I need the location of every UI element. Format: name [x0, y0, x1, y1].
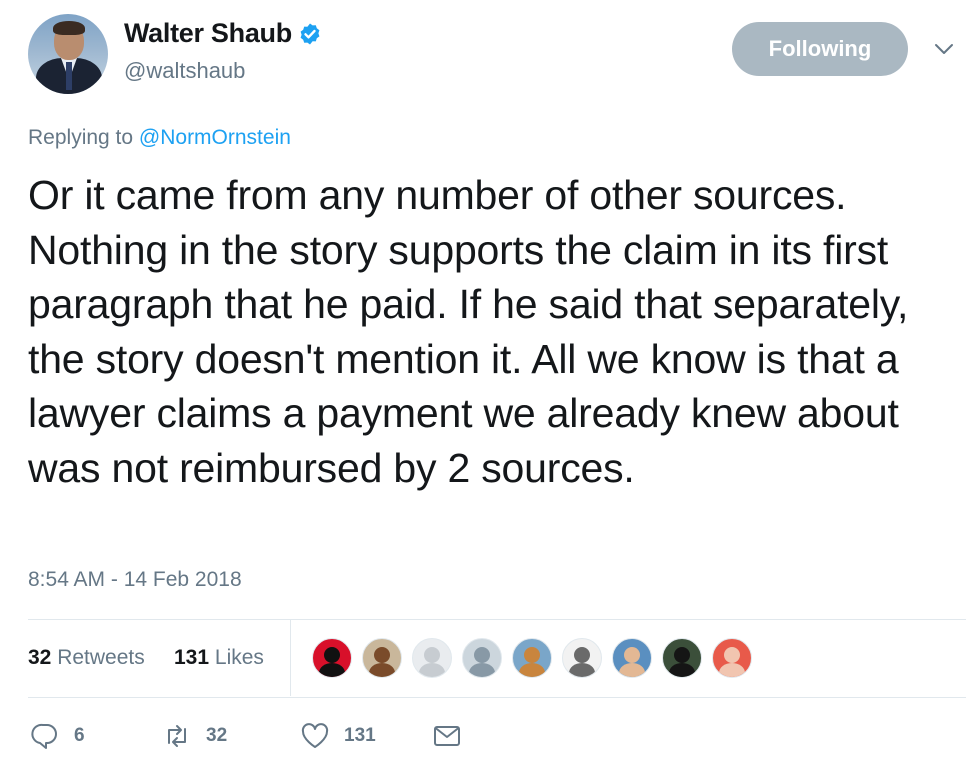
liker-avatar[interactable]	[612, 638, 652, 678]
reply-mention-link[interactable]: @NormOrnstein	[139, 126, 291, 149]
liker-avatars	[312, 638, 762, 678]
likes-stat[interactable]: 131 Likes	[174, 646, 264, 670]
direct-message-button[interactable]	[432, 716, 462, 756]
liker-avatar-body	[669, 663, 695, 677]
liker-avatar[interactable]	[312, 638, 352, 678]
like-count: 131	[344, 725, 376, 746]
tweet-stats: 32 Retweets 131 Likes	[28, 620, 966, 696]
like-button[interactable]: 131	[300, 716, 376, 756]
tweet-text: Or it came from any number of other sour…	[28, 172, 909, 491]
liker-avatar-body	[569, 663, 595, 677]
tweet-header: Walter Shaub @waltshaub Following	[28, 14, 958, 96]
likes-label: Likes	[214, 646, 264, 669]
replying-to: Replying to @NormOrnstein	[28, 126, 291, 150]
liker-avatar[interactable]	[362, 638, 402, 678]
avatar-tie	[66, 62, 72, 90]
liker-avatar[interactable]	[712, 638, 752, 678]
liker-avatar-head	[324, 647, 340, 663]
retweet-button[interactable]: 32	[162, 716, 227, 756]
following-button[interactable]: Following	[732, 22, 908, 76]
tweet-timestamp[interactable]: 8:54 AM - 14 Feb 2018	[28, 568, 242, 592]
envelope-icon	[434, 726, 460, 746]
retweet-count: 32	[206, 725, 228, 746]
retweets-count: 32	[28, 646, 52, 669]
liker-avatar-head	[674, 647, 690, 663]
liker-avatar[interactable]	[462, 638, 502, 678]
replying-to-prefix: Replying to	[28, 126, 134, 149]
likes-count: 131	[174, 646, 210, 669]
author-handle[interactable]: @waltshaub	[124, 58, 245, 84]
verified-badge-icon	[300, 23, 320, 44]
liker-avatar-head	[374, 647, 390, 663]
author-name-row: Walter Shaub	[124, 18, 322, 49]
liker-avatar-body	[419, 663, 445, 677]
liker-avatar[interactable]	[662, 638, 702, 678]
reply-button[interactable]: 6	[30, 716, 85, 756]
retweet-icon	[168, 725, 186, 747]
liker-avatar-body	[719, 663, 745, 677]
liker-avatar-body	[519, 663, 545, 677]
tweet-actions: 6 32 131	[28, 716, 628, 756]
retweets-stat[interactable]: 32 Retweets	[28, 646, 145, 670]
chevron-down-icon[interactable]	[934, 42, 954, 56]
liker-avatar-body	[619, 663, 645, 677]
liker-avatar[interactable]	[512, 638, 552, 678]
reply-count: 6	[74, 725, 85, 746]
liker-avatar-head	[574, 647, 590, 663]
liker-avatar-body	[469, 663, 495, 677]
liker-avatar-head	[724, 647, 740, 663]
liker-avatar-head	[624, 647, 640, 663]
liker-avatar-body	[369, 663, 395, 677]
avatar-hair	[53, 21, 85, 35]
stats-bottom-divider	[28, 697, 966, 698]
stats-separator	[290, 620, 291, 696]
author-avatar[interactable]	[28, 14, 108, 94]
liker-avatar[interactable]	[562, 638, 602, 678]
liker-avatar-head	[424, 647, 440, 663]
liker-avatar-head	[524, 647, 540, 663]
liker-avatar-head	[474, 647, 490, 663]
liker-avatar[interactable]	[412, 638, 452, 678]
author-name[interactable]: Walter Shaub	[124, 18, 292, 49]
reply-icon	[31, 723, 57, 749]
heart-icon	[301, 723, 329, 748]
liker-avatar-body	[319, 663, 345, 677]
retweets-label: Retweets	[57, 646, 145, 669]
